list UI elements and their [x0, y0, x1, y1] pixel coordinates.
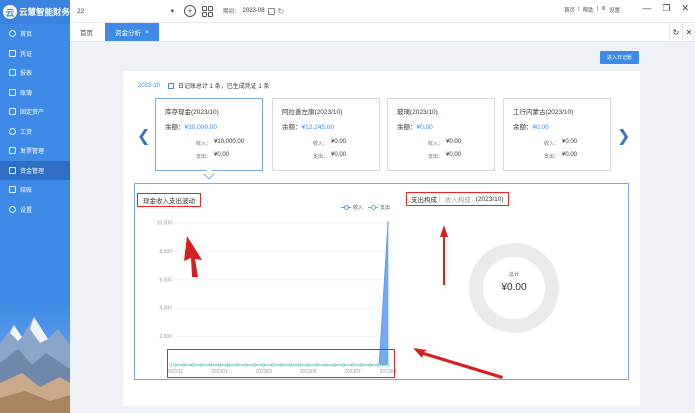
- sidebar-item-settings[interactable]: 设置: [0, 200, 70, 220]
- data-point: [386, 221, 390, 225]
- donut-total-label: 总计: [508, 272, 519, 278]
- calendar-icon[interactable]: [267, 7, 275, 15]
- app-name: 云慧智能财务: [18, 7, 70, 17]
- y-tick-label: 10,000: [157, 221, 173, 227]
- report-icon: [9, 69, 16, 77]
- account-selector[interactable]: 22 ▾: [70, 0, 180, 23]
- refresh-icon[interactable]: ↻: [278, 7, 285, 16]
- top-bar: 22 ▾ + 期间： 2023-08 ↻ 首页 | 帮助 | ⚙ 设置 — ❐ …: [70, 0, 695, 23]
- add-icon[interactable]: +: [184, 5, 196, 17]
- gear-icon[interactable]: ⚙: [601, 6, 606, 14]
- sidebar-item-fund-management[interactable]: 资金管理: [0, 160, 70, 180]
- tab-bar: 首页 资金分析 × ↻ ✕: [70, 23, 695, 42]
- logo-icon: 云: [3, 5, 17, 19]
- y-tick-label: 4,000: [159, 306, 172, 312]
- chevron-down-icon: ▾: [170, 8, 174, 15]
- tab-close-icon[interactable]: ×: [145, 29, 149, 36]
- sidebar-item-voucher[interactable]: 凭证: [0, 44, 70, 64]
- closing-icon: [9, 186, 16, 194]
- ledger-icon: [9, 88, 16, 96]
- sidebar-item-payroll[interactable]: 工资: [0, 122, 70, 142]
- app-logo: 云 云慧智能财务: [0, 0, 70, 24]
- refresh-tab-icon[interactable]: ↻: [669, 23, 682, 42]
- sidebar-item-ledger[interactable]: 账簿: [0, 83, 70, 103]
- payroll-icon: [9, 127, 16, 135]
- home-link[interactable]: 首页: [564, 6, 575, 14]
- period-picker[interactable]: 期间： 2023-08 ↻: [223, 7, 284, 16]
- app-window: 云 云慧智能财务 首页 凭证 报表 账簿 固定资产 工资 发票管理 资金管理 结…: [0, 0, 695, 413]
- window-controls: — ❐ ✕: [642, 3, 689, 14]
- tab-fund-analysis[interactable]: 资金分析 ×: [105, 23, 159, 41]
- invoice-icon: [9, 147, 16, 155]
- minimize-icon[interactable]: —: [642, 3, 651, 14]
- sidebar-item-closing[interactable]: 结账: [0, 180, 70, 200]
- series-area: [175, 222, 389, 366]
- period-label: 期间：: [223, 9, 240, 15]
- tab-controls: ↻ ✕: [669, 23, 695, 42]
- y-tick-label: 6,000: [159, 277, 172, 283]
- fund-icon: [9, 166, 16, 174]
- mountain-illustration: [0, 303, 70, 413]
- series-line: [175, 222, 389, 366]
- assets-icon: [9, 108, 16, 116]
- enter-diary-button[interactable]: 进入日记账: [600, 51, 639, 64]
- grid-icon[interactable]: [202, 5, 213, 17]
- sidebar-item-fixed-assets[interactable]: 固定资产: [0, 102, 70, 122]
- settings-icon: [9, 205, 16, 213]
- y-tick-label: 2,000: [159, 334, 172, 340]
- sidebar-item-home[interactable]: 首页: [0, 24, 70, 44]
- restore-icon[interactable]: ❐: [662, 3, 670, 14]
- period-value: 2023-08: [242, 8, 265, 14]
- sidebar: 云 云慧智能财务 首页 凭证 报表 账簿 固定资产 工资 发票管理 资金管理 结…: [0, 0, 70, 413]
- close-all-icon[interactable]: ✕: [682, 23, 695, 42]
- top-links: 首页 | 帮助 | ⚙ 设置: [564, 6, 620, 14]
- xaxis-highlight-box: [167, 349, 395, 378]
- settings-link[interactable]: 设置: [609, 6, 620, 14]
- sidebar-nav: 首页 凭证 报表 账簿 固定资产 工资 发票管理 资金管理 结账 设置: [0, 24, 70, 219]
- home-icon: [9, 30, 16, 38]
- close-icon[interactable]: ✕: [681, 3, 689, 14]
- donut-total-value: ¥0.00: [501, 282, 527, 293]
- account-value: 22: [77, 7, 85, 15]
- help-link[interactable]: 帮助: [583, 6, 594, 14]
- fund-analysis-panel: 2023-10 日记账总计 1 条，已生成凭证 1 条 ❮ ❯ 库存现金(202…: [123, 71, 640, 406]
- sidebar-item-invoice[interactable]: 发票管理: [0, 141, 70, 161]
- main-content: 进入日记账 2023-10 日记账总计 1 条，已生成凭证 1 条 ❮ ❯ 库存…: [70, 42, 695, 413]
- donut-center-label: 总计 ¥0.00: [468, 271, 560, 293]
- tab-home[interactable]: 首页: [70, 23, 103, 41]
- voucher-icon: [9, 49, 16, 57]
- sidebar-item-reports[interactable]: 报表: [0, 63, 70, 83]
- y-tick-label: 8,000: [159, 249, 172, 255]
